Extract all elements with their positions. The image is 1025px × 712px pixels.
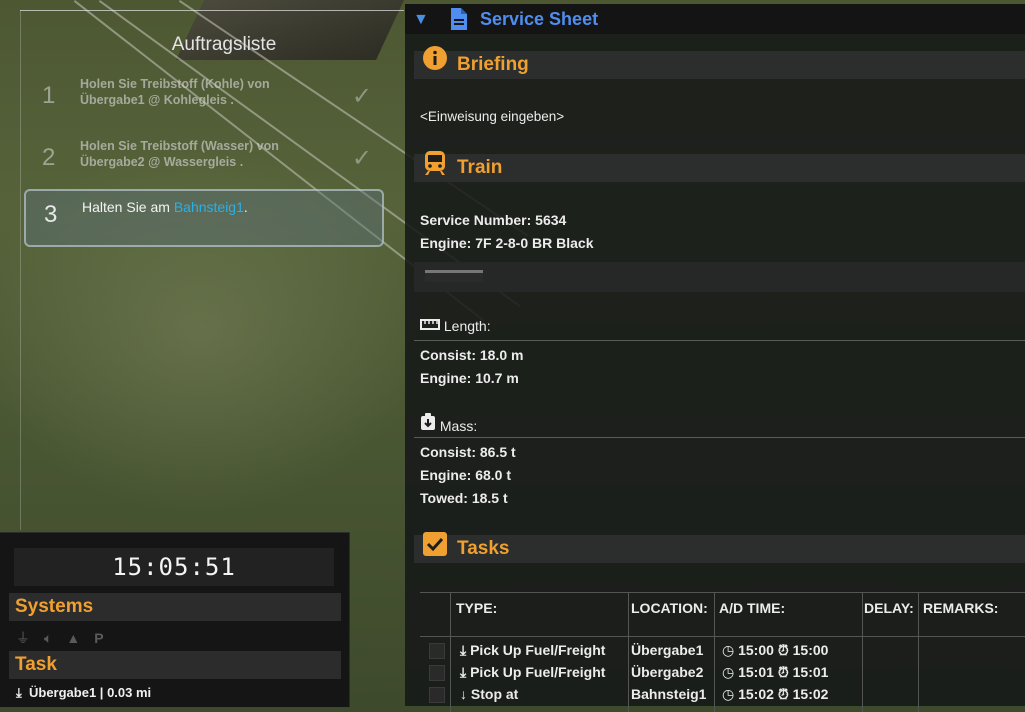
parking-icon: P bbox=[94, 630, 104, 646]
location-link[interactable]: Bahnsteig1 bbox=[174, 199, 244, 215]
task-distance: 0.03 mi bbox=[107, 685, 152, 700]
job-list-title: Auftragsliste bbox=[171, 34, 277, 55]
train-header: Train bbox=[414, 151, 1025, 182]
document-icon bbox=[448, 7, 470, 36]
download-icon: ↓ bbox=[460, 686, 467, 702]
column-header-time: A/D TIME: bbox=[719, 600, 786, 616]
clock-icon: ◷ bbox=[722, 686, 735, 702]
checkbox-checked-icon bbox=[422, 529, 448, 562]
table-row[interactable]: ↓ Stop at Bahnsteig1 ◷ 15:02 ⏰︎ 15:02 bbox=[420, 684, 1025, 706]
task-time: ◷ 15:01 ⏰︎ 15:01 bbox=[722, 664, 829, 680]
tasks-header: Tasks bbox=[414, 532, 1025, 563]
mass-engine: Engine: 68.0 t bbox=[420, 467, 512, 483]
mass-heading: Mass: bbox=[420, 413, 477, 434]
train-label: Train bbox=[457, 157, 503, 178]
alarm-icon: ⏰︎ bbox=[777, 686, 789, 702]
divider bbox=[414, 340, 1025, 341]
task-location: Bahnsteig1 bbox=[631, 686, 707, 702]
divider bbox=[420, 636, 1025, 637]
briefing-header: Briefing bbox=[414, 46, 1025, 79]
systems-icons: ⏚ 🔈︎ ▲ P bbox=[16, 628, 118, 648]
row-checkbox[interactable] bbox=[429, 665, 445, 681]
task-location: Übergabe1 bbox=[631, 642, 704, 658]
task-type: ↓ Stop at bbox=[460, 686, 519, 702]
task-time: ◷ 15:02 ⏰︎ 15:02 bbox=[722, 686, 829, 702]
job-number: 3 bbox=[44, 201, 58, 228]
checkmark-icon: ✓ bbox=[351, 145, 372, 172]
systems-header: Systems bbox=[9, 593, 341, 621]
locomotive-thumbnail bbox=[425, 270, 483, 282]
window-titlebar[interactable]: ▼ Service Sheet bbox=[405, 4, 1025, 34]
clock-icon: ◷ bbox=[722, 664, 735, 680]
job-item-1[interactable]: 1 Holen Sie Treibstoff (Kohle) von Überg… bbox=[24, 76, 380, 126]
divider bbox=[20, 10, 21, 530]
task-type: ⤓ Pick Up Fuel/Freight bbox=[460, 642, 606, 658]
checkmark-icon: ✓ bbox=[351, 83, 372, 110]
ruler-icon bbox=[420, 318, 444, 334]
length-consist: Consist: 18.0 m bbox=[420, 347, 524, 363]
weight-icon bbox=[420, 413, 440, 434]
divider bbox=[414, 437, 1025, 438]
current-task: ⤓ Übergabe1 | 0.03 mi bbox=[16, 685, 152, 700]
column-header-remarks: REMARKS: bbox=[923, 600, 999, 616]
job-number: 1 bbox=[42, 82, 56, 109]
clock-icon: ◷ bbox=[722, 642, 735, 658]
service-sheet-window: ▼ Service Sheet Briefing <Einweisung ein… bbox=[405, 4, 1025, 712]
download-icon: ⤓ bbox=[460, 642, 467, 658]
info-icon bbox=[422, 45, 448, 76]
job-text: Holen Sie Treibstoff (Wasser) von Überga… bbox=[80, 139, 279, 169]
divider bbox=[20, 10, 404, 11]
alarm-icon: ⏰︎ bbox=[777, 642, 789, 658]
hud-panel: 15:05:51 Systems ⏚ 🔈︎ ▲ P Task ⤓ Übergabe1 … bbox=[0, 532, 350, 707]
length-heading: Length: bbox=[420, 318, 491, 334]
service-number: Service Number: 5634 bbox=[420, 212, 567, 228]
tasks-label: Tasks bbox=[457, 538, 510, 559]
column-header-location: LOCATION: bbox=[631, 600, 708, 616]
job-text: Holen Sie Treibstoff (Kohle) von Übergab… bbox=[80, 77, 270, 107]
job-text: Halten Sie am Bahnsteig1. bbox=[82, 199, 248, 215]
job-list-panel: Auftragsliste 1 Holen Sie Treibstoff (Ko… bbox=[14, 8, 406, 530]
task-location: Übergabe2 bbox=[631, 664, 704, 680]
task-time: ◷ 15:00 ⏰︎ 15:00 bbox=[722, 642, 829, 658]
task-type: ⤓ Pick Up Fuel/Freight bbox=[460, 664, 606, 680]
download-icon: ⤓ bbox=[460, 664, 467, 680]
window-title: Service Sheet bbox=[480, 9, 599, 29]
sound-icon: 🔈︎ bbox=[44, 630, 53, 646]
game-clock: 15:05:51 bbox=[14, 548, 334, 586]
task-header: Task bbox=[9, 651, 341, 679]
mass-towed: Towed: 18.5 t bbox=[420, 490, 508, 506]
row-checkbox[interactable] bbox=[429, 687, 445, 703]
alarm-icon: ⏰︎ bbox=[777, 664, 789, 680]
job-item-2[interactable]: 2 Holen Sie Treibstoff (Wasser) von Über… bbox=[24, 138, 380, 188]
briefing-label: Briefing bbox=[457, 54, 529, 75]
column-header-delay: DELAY: bbox=[864, 600, 914, 616]
row-checkbox[interactable] bbox=[429, 643, 445, 659]
job-item-3[interactable]: 3 Halten Sie am Bahnsteig1. bbox=[24, 189, 384, 247]
download-icon: ⤓ bbox=[16, 685, 22, 700]
engine-preview bbox=[414, 262, 1025, 292]
task-location: Übergabe1 bbox=[28, 685, 97, 700]
length-engine: Engine: 10.7 m bbox=[420, 370, 519, 386]
engine-name: Engine: 7F 2-8-0 BR Black bbox=[420, 235, 594, 251]
mass-consist: Consist: 86.5 t bbox=[420, 444, 516, 460]
bell-icon: ▲ bbox=[66, 630, 81, 646]
table-row[interactable]: ⤓ Pick Up Fuel/Freight Übergabe1 ◷ 15:00… bbox=[420, 640, 1025, 662]
plug-icon: ⏚ bbox=[16, 630, 30, 646]
table-row[interactable]: ⤓ Pick Up Fuel/Freight Übergabe2 ◷ 15:01… bbox=[420, 662, 1025, 684]
job-number: 2 bbox=[42, 144, 56, 171]
train-icon bbox=[422, 148, 448, 181]
collapse-triangle-icon[interactable]: ▼ bbox=[413, 11, 429, 29]
column-header-type: TYPE: bbox=[456, 600, 498, 616]
briefing-text: <Einweisung eingeben> bbox=[420, 109, 565, 124]
